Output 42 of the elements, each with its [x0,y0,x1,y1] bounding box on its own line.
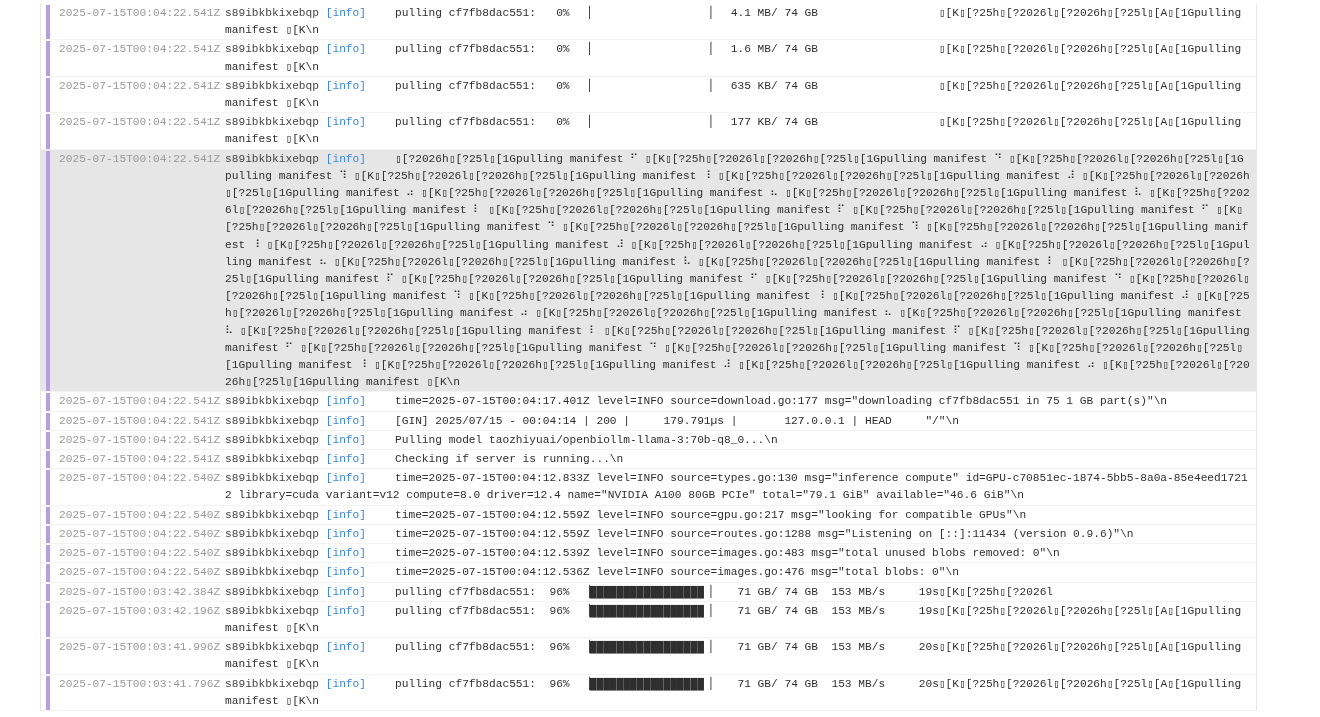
log-row[interactable]: 2025-07-15T00:04:22.541Z s89ibkbkixebqp [info] Pulling model taozhiyuai/openbiollm-llama-3:70b-q8_0...\n [41,430,1256,451]
timestamp: 2025-07-15T00:04:22.540Z [59,527,221,540]
log-row[interactable]: 2025-07-15T00:04:22.541Z s89ibkbkixebqp [info] Checking if server is running...\n [41,450,1256,470]
log-row[interactable] [41,469,1256,506]
timestamp: 2025-07-15T00:04:22.540Z [59,547,221,560]
log-row[interactable]: 2025-07-15T00:04:22.540Z s89ibkbkixebqp [info] time=2025-07-15T00:04:12.539Z level=INFO source=images.go:483 msg="total unused blobs removed: 0"\n [41,544,1256,564]
log-row[interactable]: 2025-07-15T00:03:41.796Z s89ibkbkixebqp [info] pulling cf7fb8dac551: 96% ▕█████████████████ ▏ 71 GB/ 74 GB 153 MB/s 20s▯[K▯[?25h▯[?2026l▯[?2026h▯[?25l▯[A▯[1Gpulling manifest ▯[K\n [41,674,1256,711]
log-row[interactable]: 2025-07-15T00:04:22.541Z s89ibkbkixebqp [info] pulling cf7fb8dac551: 0% ▕ ▏ 177 KB/ 74 GB ▯[K▯[?25h▯[?2026l▯[?2026h▯[?25l▯[A▯[1Gpulling manifest ▯[K\n [41,113,1256,150]
log-entry-text: s89ibkbkixebqp [info] time=2025-07-15T00:04:17.401Z level=INFO source=download.go:177 msg="downloading cf7fb8dac551 in 75 1 GB part(s)"\n [225,394,1169,410]
log-row[interactable]: 2025-07-15T00:04:22.541Z s89ibkbkixebqp [info] [GIN] 2025/07/15 - 00:04:14 | 200 | 179.791µs | 127.0.0.1 | HEAD "/"\n [41,411,1256,431]
log-entry-text: s89ibkbkixebqp [info] time=2025-07-15T00:04:12.559Z level=INFO source=routes.go:1288 msg="Listening on [::]:11434 (version 0.9.6)"\n [225,526,1135,542]
timestamp: 2025-07-15T00:04:22.541Z [59,43,221,56]
log-row[interactable]: 2025-07-15T00:04:22.540Z s89ibkbkixebqp [info] time=2025-07-15T00:04:12.559Z level=INFO source=gpu.go:217 msg="looking for compatible GPUs"\n [41,505,1256,525]
timestamp: 2025-07-15T00:04:22.541Z [59,453,221,466]
log-row[interactable]: 2025-07-15T00:03:42.384Z s89ibkbkixebqp [info] pulling cf7fb8dac551: 96% ▕█████████████████ ▏ 71 GB/ 74 GB 153 MB/s 19s▯[K▯[?25h▯[?2026l [41,582,1256,602]
timestamp: 2025-07-15T00:03:41.996Z [59,641,221,654]
timestamp: 2025-07-15T00:03:41.796Z [59,677,221,690]
timestamp: 2025-07-15T00:04:22.540Z [59,472,221,485]
log-entry-text: s89ibkbkixebqp [info] [GIN] 2025/07/15 - 00:04:14 | 200 | 179.791µs | 127.0.0.1 | HEAD "/"\n [225,413,960,429]
timestamp: 2025-07-15T00:04:22.541Z [59,433,221,446]
timestamp: 2025-07-15T00:04:22.541Z [59,395,221,408]
log-row[interactable]: 2025-07-15T00:04:22.540Z s89ibkbkixebqp [info] time=2025-07-15T00:04:12.559Z level=INFO source=routes.go:1288 msg="Listening on [::]:11434 (version 0.9.6)"\n [41,524,1256,545]
timestamp: 2025-07-15T00:04:22.541Z [59,414,221,427]
timestamp: 2025-07-15T00:03:42.196Z [59,604,221,617]
log-entry-text: s89ibkbkixebqp [info] Pulling model taozhiyuai/openbiollm-llama-3:70b-q8_0...\n [225,432,779,448]
log-entry-text: s89ibkbkixebqp [info] pulling cf7fb8dac551: 96% ▕█████████████████ ▏ 71 GB/ 74 GB 153 MB/s 19s▯[K▯[?25h▯[?2026l [225,583,1055,601]
log-entry-text: s89ibkbkixebqp [info] pulling cf7fb8dac551: 96% ▕█████████████████ ▏ 71 GB/ 74 GB 153 MB/s 20s▯[K▯[?25h▯[?2026l▯[?2026h▯[?25l▯[A▯[1Gpulling manifest ▯[K\n [225,675,1243,709]
timestamp: 2025-07-15T00:04:22.541Z [59,7,221,19]
timestamp: 2025-07-15T00:04:22.541Z [59,152,221,165]
log-entry-text: s89ibkbkixebqp [info] time=2025-07-15T00:04:12.539Z level=INFO source=images.go:483 msg="total unused blobs removed: 0"\n [225,546,1061,562]
log-entry-text: s89ibkbkixebqp [info] Checking if server is running...\n [225,452,625,468]
timestamp: 2025-07-15T00:04:22.541Z [59,79,221,92]
log-row[interactable] [41,149,1256,393]
timestamp: 2025-07-15T00:03:42.384Z [59,585,221,598]
timestamp: 2025-07-15T00:04:22.540Z [59,508,221,521]
log-entry-text: s89ibkbkixebqp [info] pulling cf7fb8dac551: 0% ▕ ▏ 177 KB/ 74 GB ▯[K▯[?25h▯[?2026l▯[?2026h▯[?25l▯[A▯[1Gpulling manifest ▯[K\n [225,114,1243,148]
timestamp: 2025-07-15T00:04:22.541Z [59,116,221,129]
log-entry-text: s89ibkbkixebqp [info] time=2025-07-15T00:04:12.536Z level=INFO source=images.go:476 msg="total blobs: 0"\n [225,565,960,581]
timestamp: 2025-07-15T00:04:22.540Z [59,566,221,579]
log-row[interactable]: 2025-07-15T00:04:22.541Z s89ibkbkixebqp [info] time=2025-07-15T00:04:17.401Z level=INFO source=download.go:177 msg="downloading cf7fb8dac551 in 75 1 GB part(s)"\n [41,392,1256,412]
log-entry-text: s89ibkbkixebqp [info] time=2025-07-15T00:04:12.559Z level=INFO source=gpu.go:217 msg="looking for compatible GPUs"\n [225,507,1028,523]
log-row[interactable]: 2025-07-15T00:04:22.540Z s89ibkbkixebqp [info] time=2025-07-15T00:04:12.536Z level=INFO source=images.go:476 msg="total blobs: 0"\n [41,563,1256,583]
